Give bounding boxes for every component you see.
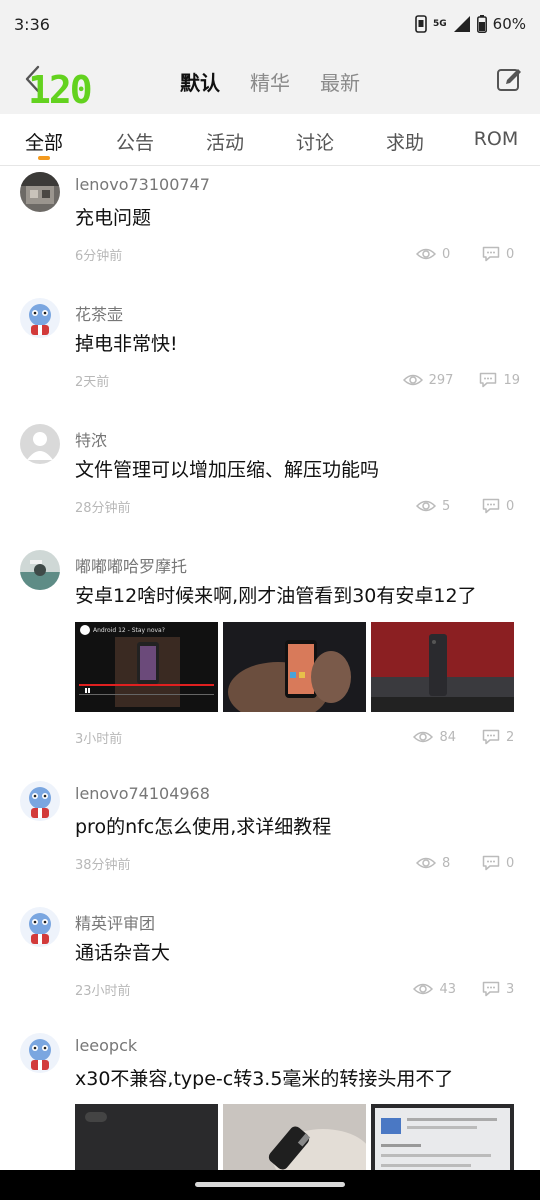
avatar[interactable] (20, 298, 60, 338)
view-count: 297 (428, 372, 454, 388)
post-time: 2天前 (75, 375, 110, 390)
tab-default[interactable]: 默认 (180, 67, 220, 96)
battery-percent: 60% (492, 15, 526, 33)
list-item[interactable]: 特浓 文件管理可以增加压缩、解压功能吗 28分钟前 5 0 (0, 419, 540, 545)
post-title[interactable]: pro的nfc怎么使用,求详细教程 (75, 812, 331, 839)
post-author[interactable]: 花茶壶 (75, 301, 123, 325)
post-stats: 8 0 (416, 855, 520, 871)
status-time: 3:36 (14, 14, 50, 34)
tab-featured[interactable]: 精华 (250, 67, 290, 96)
post-image[interactable] (223, 1104, 366, 1170)
post-title[interactable]: x30不兼容,type-c转3.5毫米的转接头用不了 (75, 1064, 453, 1091)
post-time: 6分钟前 (75, 249, 123, 264)
category-all[interactable]: 全部 (25, 128, 63, 155)
battery-icon (476, 15, 487, 33)
eye-icon (416, 248, 436, 260)
post-title[interactable]: 掉电非常快! (75, 329, 178, 356)
post-time: 23小时前 (75, 984, 131, 999)
comment-count: 0 (506, 246, 515, 262)
comment-count: 3 (506, 981, 515, 997)
comment-count: 0 (506, 498, 515, 514)
eye-icon (413, 731, 434, 743)
category-announcement[interactable]: 公告 (116, 128, 154, 155)
category-events[interactable]: 活动 (206, 128, 244, 155)
eye-icon (413, 983, 434, 995)
post-author[interactable]: 特浓 (75, 427, 107, 451)
eye-icon (416, 857, 436, 869)
comment-count: 19 (503, 372, 520, 388)
comment-count: 2 (506, 729, 515, 745)
status-icons: 5G 60% (415, 15, 526, 33)
category-active-indicator (38, 156, 50, 160)
refresh-rate-badge: 120 (28, 68, 93, 112)
post-stats: 43 3 (413, 981, 520, 997)
post-feed[interactable]: lenovo73100747 充电问题 6分钟前 0 0 花茶壶 掉电非常快! … (0, 167, 540, 1170)
system-nav-bar (0, 1170, 540, 1200)
post-image[interactable] (371, 1104, 514, 1170)
post-stats: 84 2 (413, 729, 520, 745)
list-item[interactable]: 精英评审团 通话杂音大 23小时前 43 3 (0, 902, 540, 1028)
eye-icon (402, 374, 423, 386)
post-stats: 5 0 (416, 498, 520, 514)
sim-icon (415, 15, 427, 33)
post-title[interactable]: 充电问题 (75, 203, 151, 230)
video-caption: Android 12 - Stay nova? (93, 627, 165, 634)
comment-icon (482, 246, 500, 262)
post-image-video[interactable]: Android 12 - Stay nova? (75, 622, 218, 712)
post-image[interactable] (75, 1104, 218, 1170)
view-count: 5 (442, 498, 451, 514)
post-image[interactable] (223, 622, 366, 712)
post-title[interactable]: 文件管理可以增加压缩、解压功能吗 (75, 455, 379, 482)
post-stats: 0 0 (416, 246, 520, 262)
view-count: 8 (442, 855, 451, 871)
post-author[interactable]: lenovo74104968 (75, 784, 210, 803)
status-bar: 3:36 5G 60% (0, 0, 540, 48)
avatar[interactable] (20, 781, 60, 821)
category-tabs: 全部 公告 活动 讨论 求助 ROM (0, 114, 540, 166)
view-count: 84 (439, 729, 456, 745)
comment-icon (480, 372, 497, 388)
comment-count: 0 (506, 855, 515, 871)
post-author[interactable]: leeopck (75, 1036, 137, 1055)
category-rom[interactable]: ROM (474, 128, 519, 150)
comment-icon (482, 981, 500, 997)
post-author[interactable]: lenovo73100747 (75, 175, 210, 194)
avatar[interactable] (20, 424, 60, 464)
avatar[interactable] (20, 1033, 60, 1073)
list-item[interactable]: 花茶壶 掉电非常快! 2天前 297 19 (0, 293, 540, 419)
post-images: Android 12 - Stay nova? (75, 622, 514, 712)
post-time: 28分钟前 (75, 501, 131, 516)
post-author[interactable]: 嘟嘟嘟哈罗摩托 (75, 553, 187, 577)
post-time: 3小时前 (75, 732, 123, 747)
view-count: 43 (439, 981, 456, 997)
tab-latest[interactable]: 最新 (320, 67, 360, 96)
post-image[interactable] (371, 622, 514, 712)
network-label: 5G (433, 18, 447, 29)
comment-icon (482, 498, 500, 514)
home-gesture-handle[interactable] (195, 1182, 345, 1187)
comment-icon (482, 855, 500, 871)
list-item[interactable]: 嘟嘟嘟哈罗摩托 安卓12啥时候来啊,刚才油管看到30有安卓12了 Android… (0, 545, 540, 776)
list-item[interactable]: lenovo74104968 pro的nfc怎么使用,求详细教程 38分钟前 8… (0, 776, 540, 902)
avatar[interactable] (20, 172, 60, 212)
post-time: 38分钟前 (75, 858, 131, 873)
edit-post-icon[interactable] (496, 66, 524, 94)
post-author[interactable]: 精英评审团 (75, 910, 155, 934)
top-bar: 120 默认 精华 最新 (0, 48, 540, 114)
post-title[interactable]: 安卓12啥时候来啊,刚才油管看到30有安卓12了 (75, 581, 477, 608)
post-images (75, 1104, 514, 1170)
avatar[interactable] (20, 907, 60, 947)
list-item[interactable]: lenovo73100747 充电问题 6分钟前 0 0 (0, 167, 540, 293)
view-count: 0 (442, 246, 451, 262)
signal-icon (453, 16, 470, 32)
list-item[interactable]: leeopck x30不兼容,type-c转3.5毫米的转接头用不了 (0, 1028, 540, 1170)
category-help[interactable]: 求助 (386, 128, 424, 155)
post-title[interactable]: 通话杂音大 (75, 938, 170, 965)
eye-icon (416, 500, 436, 512)
comment-icon (482, 729, 500, 745)
post-stats: 297 19 (402, 372, 520, 388)
category-discussion[interactable]: 讨论 (296, 128, 334, 155)
avatar[interactable] (20, 550, 60, 590)
